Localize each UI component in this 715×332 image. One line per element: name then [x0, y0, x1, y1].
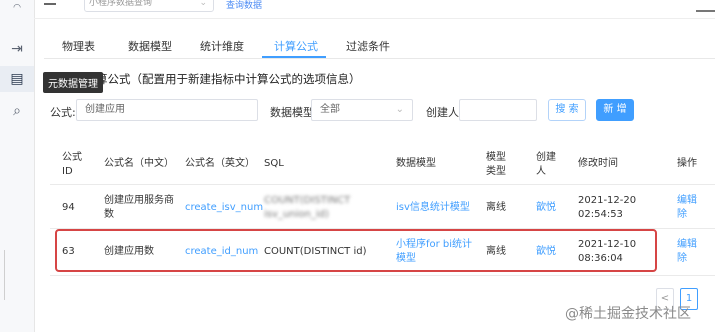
top-link[interactable]: 查询数据	[226, 0, 262, 11]
divider	[4, 250, 5, 300]
header-name-cn: 公式名（中文）	[104, 158, 174, 169]
cell-model-link[interactable]: isv信息统计模型	[396, 201, 470, 215]
header-modified: 修改时间	[578, 158, 618, 169]
creator-input[interactable]	[459, 99, 537, 121]
tab-physical-table[interactable]: 物理表	[62, 38, 95, 54]
program-select-value: 小程序数据查询	[89, 0, 153, 8]
creator-label: 创建人:	[426, 106, 463, 119]
new-button[interactable]: 新 增	[596, 99, 634, 121]
formula-input[interactable]: 创建应用	[76, 99, 258, 121]
edit-link[interactable]: 编辑	[677, 194, 697, 208]
delete-link[interactable]: 除	[677, 252, 687, 266]
tab-data-model[interactable]: 数据模型	[128, 38, 172, 54]
highlight-box	[55, 229, 657, 272]
model-select-value: 全部	[320, 104, 340, 115]
row-divider	[50, 275, 715, 276]
cell-id: 94	[62, 202, 75, 213]
row-divider	[50, 184, 715, 185]
cell-modified: 2021-12-20 02:54:53	[578, 195, 637, 220]
menu-icon[interactable]	[44, 3, 56, 5]
active-tab-indicator	[262, 56, 326, 58]
sidebar-tooltip: 元数据管理	[43, 72, 103, 93]
program-select[interactable]: 小程序数据查询 ⌄	[84, 0, 214, 12]
chevron-down-icon: ⌄	[199, 0, 207, 8]
tab-formula[interactable]: 计算公式	[274, 38, 318, 54]
header-model: 数据模型	[396, 158, 436, 169]
cell-name-cn: 创建应用服务商数	[104, 195, 174, 220]
header-operations: 操作	[677, 158, 697, 169]
search-button[interactable]: 搜 索	[548, 99, 586, 121]
cell-creator-link[interactable]: 歆悦	[536, 201, 556, 215]
window-edge	[696, 10, 715, 12]
cell-name-en-link[interactable]: create_isv_num	[185, 201, 263, 215]
tab-bar: 物理表 数据模型 统计维度 计算公式 过滤条件	[44, 30, 715, 59]
watermark: @稀土掘金技术社区	[565, 306, 691, 322]
tab-filter[interactable]: 过滤条件	[346, 38, 390, 54]
header-model-type: 模型类型	[486, 152, 506, 177]
document-icon[interactable]: ▤	[0, 66, 34, 92]
header-formula-id: 公式 ID	[62, 152, 82, 177]
chevron-down-icon: ⌄	[395, 104, 404, 115]
formula-label: 公式:	[50, 106, 76, 119]
header-sql: SQL	[264, 158, 284, 169]
cell-sql-blurred: COUNT(DISTINCT isv_union_id)	[264, 195, 351, 220]
header-name-en: 公式名（英文）	[185, 158, 255, 169]
tab-dimension[interactable]: 统计维度	[200, 38, 244, 54]
wifi-icon: ◠	[13, 3, 21, 13]
header-creator: 创建人	[536, 152, 556, 177]
delete-link[interactable]: 除	[677, 208, 687, 222]
sidebar: ◠ ⇥ ▤ ⌕	[0, 0, 35, 332]
cell-model-type: 离线	[486, 202, 506, 213]
search-icon[interactable]: ⌕	[0, 98, 34, 124]
model-select[interactable]: 全部 ⌄	[311, 99, 413, 121]
logout-icon[interactable]: ⇥	[0, 36, 34, 62]
formula-input-value: 创建应用	[85, 104, 125, 115]
edit-link[interactable]: 编辑	[677, 238, 697, 252]
